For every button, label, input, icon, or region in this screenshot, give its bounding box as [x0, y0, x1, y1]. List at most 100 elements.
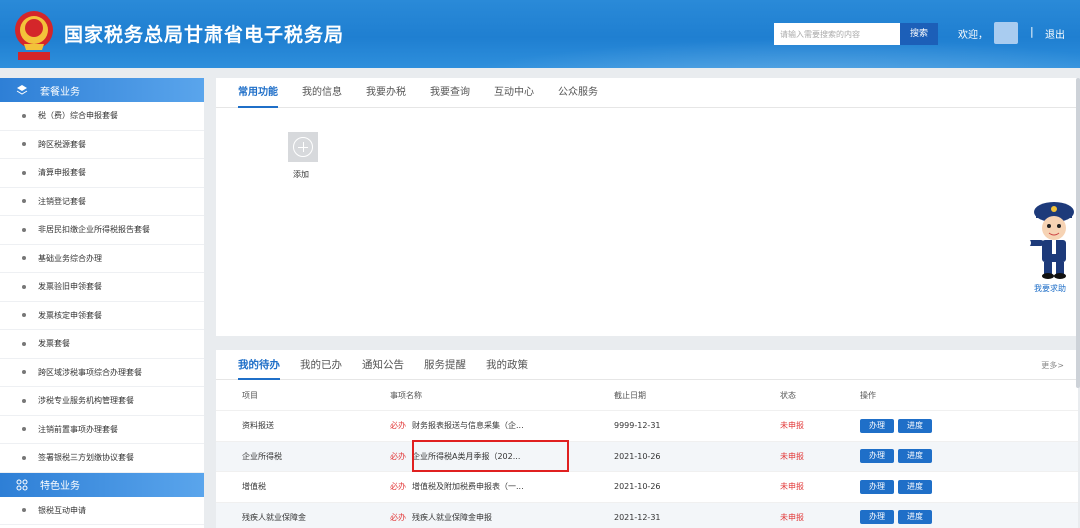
- handle-button[interactable]: 办理: [860, 418, 894, 433]
- logout-link[interactable]: 退出: [1045, 26, 1065, 41]
- welcome-text: 欢迎，: [958, 30, 988, 41]
- must-badge: 必办: [390, 451, 406, 461]
- row-item-name[interactable]: 必办 企业所得税A类月季报（202...: [390, 451, 610, 462]
- tab-public-service[interactable]: 公众服务: [558, 78, 598, 107]
- sidebar-item-label: 银税互动申请: [38, 505, 86, 515]
- row-deadline: 2021-10-26: [614, 482, 661, 492]
- function-tabs: 常用功能 我的信息 我要办税 我要查询 互动中心 公众服务: [216, 78, 1078, 108]
- row-actions: 办理 进度: [860, 449, 1020, 464]
- row-project: 资料报送: [242, 421, 274, 431]
- tab-common[interactable]: 常用功能: [238, 78, 278, 108]
- bullet-icon: [22, 427, 26, 432]
- table-header: 项目 事项名称 截止日期 状态 操作: [216, 380, 1078, 410]
- row-item-name[interactable]: 必办 残疾人就业保障金申报: [390, 512, 610, 523]
- bullet-icon: [22, 113, 26, 118]
- sidebar-item-label: 发票套餐: [38, 339, 70, 349]
- more-link[interactable]: 更多>: [1041, 360, 1064, 371]
- sidebar-item[interactable]: 涉税专业服务机构管理套餐: [0, 387, 204, 416]
- handle-button[interactable]: 办理: [860, 510, 894, 525]
- table-row: 残疾人就业保障金 必办 残疾人就业保障金申报 2021-12-31 未申报 办理进…: [216, 501, 1078, 528]
- sidebar: 套餐业务 税（费）综合申报套餐 跨区税源套餐 清算申报套餐 注销登记套餐 非居民…: [0, 78, 204, 528]
- item-name-text: 增值税及附加税费申报表（一...: [412, 482, 524, 492]
- sidebar-item[interactable]: 发票核定申领套餐: [0, 302, 204, 330]
- todo-tabs: 我的待办 我的已办 通知公告 服务提醒 我的政策 更多>: [216, 350, 1078, 380]
- sidebar-item-label: 注销前置事项办理套餐: [38, 424, 118, 434]
- tab-interaction[interactable]: 互动中心: [494, 78, 534, 107]
- sidebar-item[interactable]: 基础业务综合办理: [0, 245, 204, 273]
- col-item-name: 事项名称: [390, 390, 422, 400]
- bullet-icon: [22, 142, 26, 147]
- progress-button[interactable]: 进度: [898, 449, 932, 464]
- sidebar-section-package[interactable]: 套餐业务: [0, 78, 204, 102]
- must-badge: 必办: [390, 482, 406, 492]
- sidebar-item-label: 发票验旧申领套餐: [38, 282, 102, 292]
- handle-button[interactable]: 办理: [860, 449, 894, 464]
- col-actions: 操作: [860, 390, 876, 400]
- bullet-icon: [22, 199, 26, 204]
- sidebar-section-special[interactable]: 特色业务: [0, 472, 204, 497]
- row-actions: 办理 进度: [860, 479, 1020, 494]
- tab-my-done[interactable]: 我的已办: [300, 350, 342, 379]
- search-button[interactable]: 搜索: [900, 23, 938, 45]
- bullet-icon: [22, 398, 26, 403]
- username-display[interactable]: [994, 22, 1018, 44]
- sidebar-item[interactable]: 非居民扣缴企业所得税报告套餐: [0, 216, 204, 245]
- bullet-icon: [22, 341, 26, 346]
- tab-my-policy[interactable]: 我的政策: [486, 350, 528, 379]
- col-deadline: 截止日期: [614, 390, 646, 400]
- grid-icon: [16, 479, 28, 490]
- table-row: 增值税 必办 增值税及附加税费申报表（一... 2021-10-26 未申报 办理…: [216, 471, 1078, 502]
- bullet-icon: [22, 370, 26, 375]
- sidebar-item-label: 发票核定申领套餐: [38, 310, 102, 320]
- sidebar-item[interactable]: 税（费）综合申报套餐: [0, 102, 204, 131]
- sidebar-item-label: 非居民扣缴企业所得税报告套餐: [38, 225, 150, 235]
- sidebar-item[interactable]: 跨区域涉税事项综合办理套餐: [0, 359, 204, 387]
- tab-my-info[interactable]: 我的信息: [302, 78, 342, 107]
- row-item-name[interactable]: 必办 增值税及附加税费申报表（一...: [390, 481, 610, 492]
- row-status: 未申报: [780, 482, 804, 492]
- row-actions: 办理 进度: [860, 418, 1020, 433]
- sidebar-item-label: 税（费）综合申报套餐: [38, 111, 118, 121]
- help-link[interactable]: 我要求助: [1034, 283, 1066, 294]
- sidebar-item[interactable]: 跨区税源套餐: [0, 131, 204, 159]
- tax-emblem-icon: [15, 11, 53, 60]
- sidebar-item[interactable]: 发票验旧申领套餐: [0, 273, 204, 302]
- progress-button[interactable]: 进度: [898, 510, 932, 525]
- sidebar-item[interactable]: 发票套餐: [0, 330, 204, 359]
- tax-officer-mascot-icon[interactable]: [1022, 196, 1078, 280]
- tab-notices[interactable]: 通知公告: [362, 350, 404, 379]
- tab-tax-handling[interactable]: 我要办税: [366, 78, 406, 107]
- tab-reminders[interactable]: 服务提醒: [424, 350, 466, 379]
- tab-my-todo[interactable]: 我的待办: [238, 350, 280, 380]
- page-scrollbar[interactable]: [1076, 78, 1080, 388]
- sidebar-item-label: 基础业务综合办理: [38, 253, 102, 263]
- row-status: 未申报: [780, 451, 804, 461]
- sidebar-item[interactable]: 清算申报套餐: [0, 159, 204, 188]
- plus-circle-icon: [293, 137, 313, 157]
- item-name-text: 企业所得税A类月季报（202...: [412, 451, 521, 461]
- row-project: 增值税: [242, 482, 266, 492]
- sidebar-item[interactable]: 银税互动申请: [0, 497, 204, 525]
- row-deadline: 9999-12-31: [614, 421, 661, 431]
- progress-button[interactable]: 进度: [898, 418, 932, 433]
- add-function-button[interactable]: [288, 132, 318, 162]
- sidebar-item[interactable]: 签署银税三方划缴协议套餐: [0, 444, 204, 473]
- tab-query[interactable]: 我要查询: [430, 78, 470, 107]
- sidebar-item-label: 跨区域涉税事项综合办理套餐: [38, 367, 142, 377]
- sidebar-section-label: 特色业务: [40, 481, 80, 492]
- row-item-name[interactable]: 必办 财务报表报送与信息采集（企...: [390, 420, 610, 431]
- site-title: 国家税务总局甘肃省电子税务局: [64, 24, 345, 46]
- sidebar-item-label: 跨区税源套餐: [38, 139, 86, 149]
- sidebar-item[interactable]: 注销登记套餐: [0, 188, 204, 216]
- bullet-icon: [22, 455, 26, 460]
- sidebar-item[interactable]: 注销前置事项办理套餐: [0, 416, 204, 444]
- bullet-icon: [22, 508, 26, 513]
- add-label: 添加: [293, 170, 309, 179]
- progress-button[interactable]: 进度: [898, 479, 932, 494]
- col-status: 状态: [780, 390, 796, 400]
- row-deadline: 2021-10-26: [614, 451, 661, 461]
- handle-button[interactable]: 办理: [860, 479, 894, 494]
- row-project: 企业所得税: [242, 451, 282, 461]
- search-input[interactable]: [774, 23, 900, 45]
- row-status: 未申报: [780, 421, 804, 431]
